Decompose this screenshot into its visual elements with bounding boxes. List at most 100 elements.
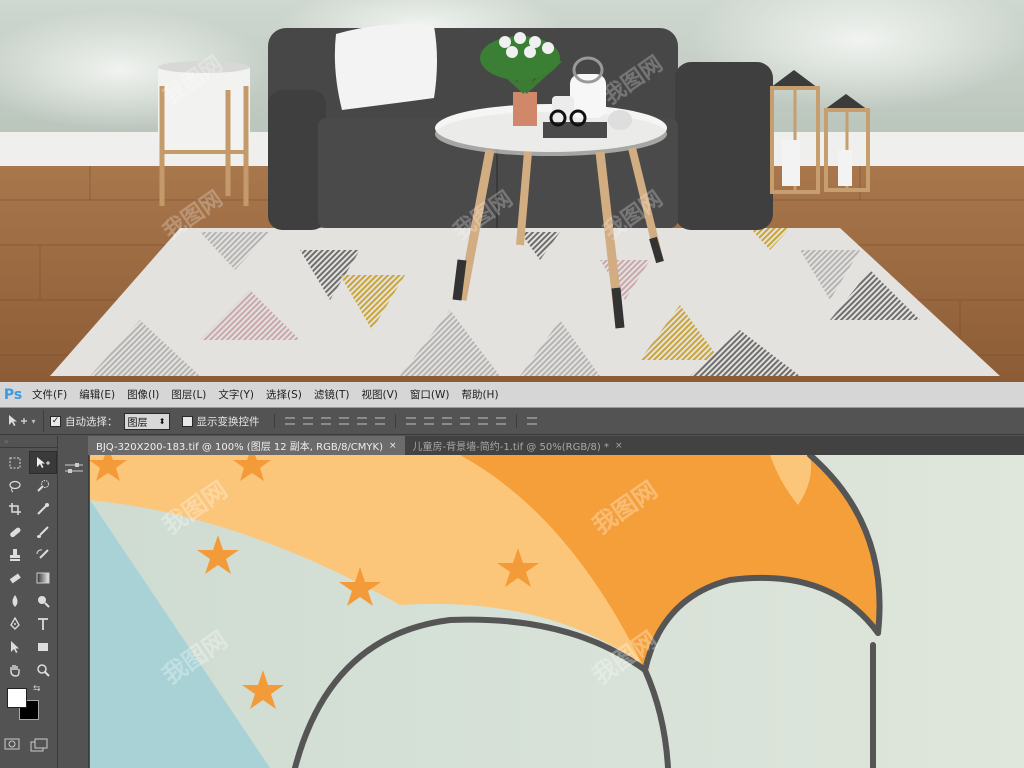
- photoshop-window: Ps 文件(F) 编辑(E) 图像(I) 图层(L) 文字(Y) 选择(S) 滤…: [0, 382, 1024, 768]
- align-top-icon[interactable]: [283, 414, 297, 428]
- align-buttons: [273, 414, 387, 428]
- zoom-icon: [37, 663, 50, 677]
- distribute-top-icon[interactable]: [404, 414, 418, 428]
- menu-edit[interactable]: 编辑(E): [73, 387, 121, 402]
- auto-select-checkbox[interactable]: ✓: [50, 415, 61, 427]
- quick-select-tool[interactable]: [29, 474, 57, 497]
- marquee-tool[interactable]: [1, 451, 29, 474]
- dodge-tool[interactable]: [29, 589, 57, 612]
- distribute-buttons: [394, 414, 508, 428]
- toolbox-grip[interactable]: »: [0, 436, 57, 448]
- blur-tool[interactable]: [1, 589, 29, 612]
- tab-label: 儿童房-背景墙-简约-1.tif @ 50%(RGB/8) *: [412, 442, 609, 453]
- crop-tool[interactable]: [1, 497, 29, 520]
- room-preview: 我图网 我图网 我图网 我图网 我图网: [0, 0, 1024, 382]
- move-tool[interactable]: [29, 451, 57, 474]
- options-bar: ▾ ✓ 自动选择： 图层 ⬍ 显示变换控件: [0, 408, 1024, 435]
- chevron-down-icon: ▾: [31, 416, 36, 426]
- tool-preset-picker[interactable]: ▾: [0, 410, 44, 432]
- panel-dock: [58, 455, 89, 768]
- pen-icon: [10, 616, 20, 630]
- swap-colors-icon[interactable]: ⇆: [33, 684, 41, 694]
- menu-type[interactable]: 文字(Y): [212, 387, 260, 402]
- screen-mode-icon[interactable]: [30, 738, 48, 752]
- align-bottom-icon[interactable]: [319, 414, 333, 428]
- align-vcenter-icon[interactable]: [301, 414, 315, 428]
- menu-view[interactable]: 视图(V): [355, 387, 403, 402]
- tab-document-1[interactable]: BJQ-320X200-183.tif @ 100% (图层 12 副本, RG…: [88, 436, 405, 455]
- hand-tool[interactable]: [1, 658, 29, 681]
- crop-icon: [9, 502, 21, 515]
- menu-help[interactable]: 帮助(H): [455, 387, 504, 402]
- healing-tool[interactable]: [1, 520, 29, 543]
- align-left-icon[interactable]: [337, 414, 351, 428]
- menu-image[interactable]: 图像(I): [121, 387, 165, 402]
- distribute-bottom-icon[interactable]: [440, 414, 454, 428]
- quick-mask-icon[interactable]: [4, 738, 20, 750]
- distribute-vcenter-icon[interactable]: [422, 414, 436, 428]
- mask-mode-row: [4, 738, 48, 752]
- zoom-tool[interactable]: [29, 658, 57, 681]
- path-select-tool[interactable]: [1, 635, 29, 658]
- tab-document-2[interactable]: 儿童房-背景墙-简约-1.tif @ 50%(RGB/8) * ×: [405, 436, 631, 455]
- screenshot-root: 我图网 我图网 我图网 我图网 我图网 Ps 文件(F) 编辑(E) 图像(I)…: [0, 0, 1024, 768]
- ornament: [608, 110, 632, 130]
- adjustments-panel-icon[interactable]: [61, 459, 87, 479]
- history-brush-icon: [36, 548, 49, 559]
- gradient-icon: [36, 572, 50, 583]
- foreground-color-swatch[interactable]: [7, 688, 27, 708]
- auto-align-icon[interactable]: [525, 414, 539, 428]
- align-hcenter-icon[interactable]: [355, 414, 369, 428]
- text-tool[interactable]: [29, 612, 57, 635]
- tab-label: BJQ-320X200-183.tif @ 100% (图层 12 副本, RG…: [96, 442, 383, 453]
- menu-bar: Ps 文件(F) 编辑(E) 图像(I) 图层(L) 文字(Y) 选择(S) 滤…: [0, 382, 1024, 408]
- rug: [50, 228, 1000, 376]
- show-transform-label: 显示变换控件: [196, 415, 260, 428]
- menu-filter[interactable]: 滤镜(T): [308, 387, 356, 402]
- quick-select-icon: [37, 479, 49, 492]
- distribute-right-icon[interactable]: [494, 414, 508, 428]
- menu-select[interactable]: 选择(S): [260, 387, 308, 402]
- align-right-icon[interactable]: [373, 414, 387, 428]
- close-icon[interactable]: ×: [615, 441, 623, 451]
- auto-select-label: 自动选择：: [65, 415, 118, 428]
- blur-icon: [12, 594, 18, 607]
- pen-tool[interactable]: [1, 612, 29, 635]
- hand-icon: [10, 664, 20, 677]
- eraser-tool[interactable]: [1, 566, 29, 589]
- auto-select-value: 图层: [127, 417, 148, 429]
- menu-window[interactable]: 窗口(W): [404, 387, 456, 402]
- eyedropper-tool[interactable]: [29, 497, 57, 520]
- auto-select-dropdown[interactable]: 图层 ⬍: [123, 412, 170, 430]
- pillow: [334, 24, 437, 111]
- menu-file[interactable]: 文件(F): [26, 387, 73, 402]
- eraser-icon: [9, 572, 21, 583]
- document-canvas[interactable]: 我图网 我图网 我图网 我图网: [90, 455, 1024, 768]
- eyedropper-icon: [37, 502, 49, 515]
- show-transform-checkbox[interactable]: [181, 415, 193, 427]
- distribute-left-icon[interactable]: [458, 414, 472, 428]
- auto-align-group: [515, 414, 539, 428]
- distribute-hcenter-icon[interactable]: [476, 414, 490, 428]
- updown-chevron-icon: ⬍: [158, 416, 166, 426]
- photoshop-logo: Ps: [3, 386, 23, 403]
- lasso-tool[interactable]: [1, 474, 29, 497]
- dodge-icon: [38, 595, 50, 608]
- history-brush-tool[interactable]: [29, 543, 57, 566]
- gradient-tool[interactable]: [29, 566, 57, 589]
- color-chips: ⇆: [6, 684, 46, 720]
- lasso-icon: [9, 480, 21, 492]
- close-icon[interactable]: ×: [389, 441, 397, 451]
- brush-tool[interactable]: [29, 520, 57, 543]
- tool-grid: [0, 448, 57, 684]
- toolbox: » ⇆: [0, 436, 58, 768]
- menu-layer[interactable]: 图层(L): [165, 387, 212, 402]
- healing-icon: [10, 527, 21, 537]
- shape-icon: [38, 642, 48, 651]
- shape-tool[interactable]: [29, 635, 57, 658]
- stamp-icon: [10, 548, 20, 561]
- move-icon: [37, 456, 50, 468]
- document-tabs: BJQ-320X200-183.tif @ 100% (图层 12 副本, RG…: [88, 436, 1024, 455]
- stamp-tool[interactable]: [1, 543, 29, 566]
- move-tool-icon: [9, 415, 28, 426]
